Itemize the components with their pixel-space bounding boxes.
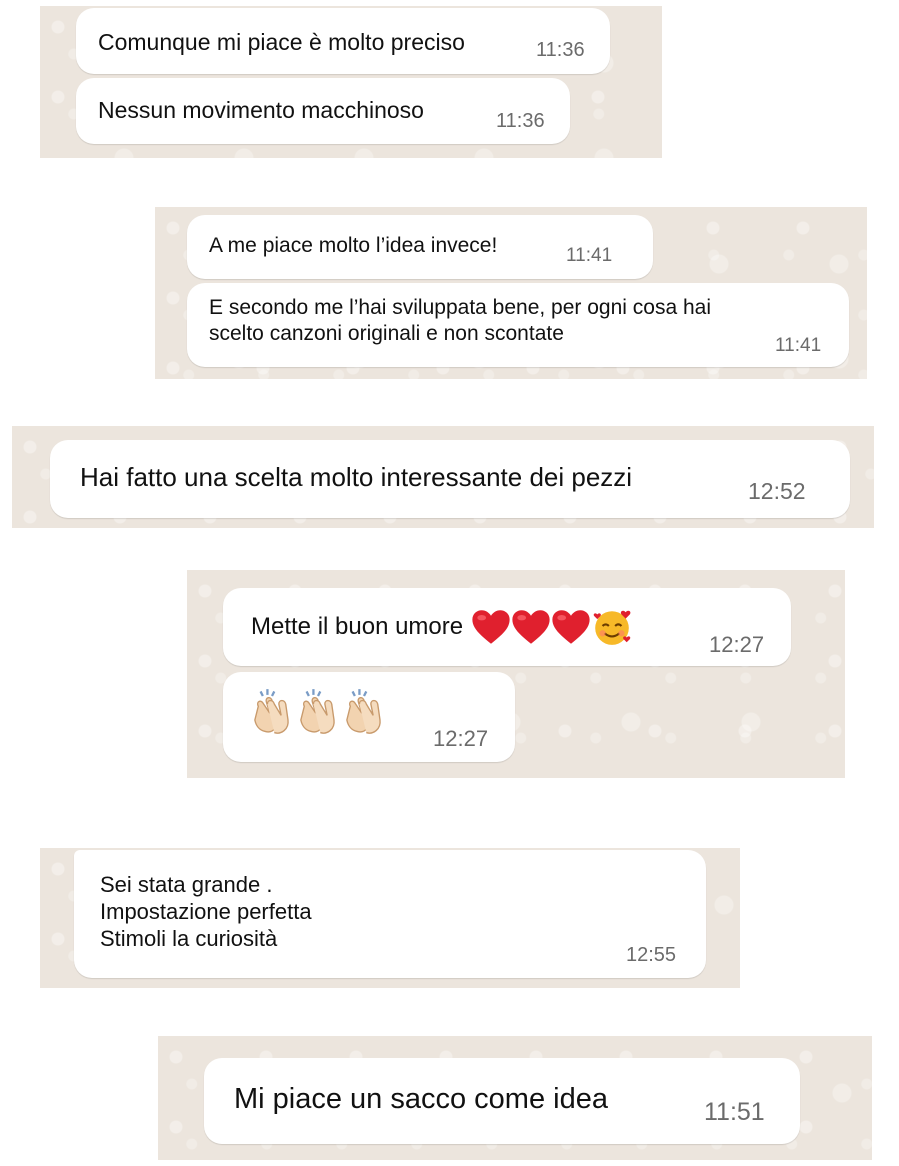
- chat-screenshot-2: A me piace molto l’idea invece! 11:41 E …: [155, 207, 867, 379]
- message-text: Comunque mi piace è molto preciso: [98, 29, 465, 55]
- message-text: Mette il buon umore: [251, 613, 464, 641]
- message-time: 11:41: [566, 245, 613, 266]
- clapping-hands-icon: [346, 689, 381, 734]
- message-text: Sei stata grande . Impostazione perfetta…: [100, 872, 312, 951]
- message-bubble[interactable]: Mette il buon umore 12:27: [223, 588, 791, 666]
- heart-icon: [552, 610, 590, 644]
- smiling-face-with-hearts-icon: [593, 610, 631, 645]
- message-time: 11:41: [775, 335, 822, 356]
- message-text: E secondo me l’hai sviluppata bene, per …: [209, 296, 711, 345]
- message-bubble[interactable]: Sei stata grande . Impostazione perfetta…: [74, 850, 706, 978]
- heart-icon: [512, 610, 550, 644]
- message-text: Nessun movimento macchinoso: [98, 97, 424, 123]
- message-bubble[interactable]: Comunque mi piace è molto preciso 11:36: [76, 8, 610, 74]
- message-time: 11:36: [496, 110, 545, 132]
- message-time: 12:52: [748, 478, 806, 504]
- message-bubble[interactable]: Mi piace un sacco come idea 11:51: [204, 1058, 800, 1144]
- message-text: Mi piace un sacco come idea: [234, 1083, 608, 1115]
- message-time: 11:36: [536, 39, 585, 61]
- chat-screenshot-6: Mi piace un sacco come idea 11:51: [158, 1036, 872, 1160]
- message-content: Mette il buon umore: [251, 606, 633, 648]
- message-time: 11:51: [704, 1098, 765, 1126]
- message-bubble[interactable]: A me piace molto l’idea invece! 11:41: [187, 215, 653, 279]
- clapping-hands-icon: [300, 689, 335, 734]
- message-bubble[interactable]: 12:27: [223, 672, 515, 762]
- chat-screenshot-1: Comunque mi piace è molto preciso 11:36 …: [40, 6, 662, 158]
- message-time: 12:27: [433, 726, 489, 751]
- message-text: Hai fatto una scelta molto interessante …: [80, 462, 633, 492]
- clapping-hands-icon: [254, 689, 289, 734]
- message-text: A me piace molto l’idea invece!: [209, 234, 498, 257]
- chat-screenshot-3: Hai fatto una scelta molto interessante …: [12, 426, 874, 528]
- chat-screenshot-4: Mette il buon umore 12:27 12:27: [187, 570, 845, 778]
- chat-screenshot-5: Sei stata grande . Impostazione perfetta…: [40, 848, 740, 988]
- message-time: 12:55: [626, 944, 677, 966]
- message-content: [249, 688, 387, 736]
- message-bubble[interactable]: E secondo me l’hai sviluppata bene, per …: [187, 283, 849, 367]
- message-bubble[interactable]: Nessun movimento macchinoso 11:36: [76, 78, 570, 144]
- message-time: 12:27: [709, 632, 765, 657]
- heart-icon: [472, 610, 510, 644]
- message-bubble[interactable]: Hai fatto una scelta molto interessante …: [50, 440, 850, 518]
